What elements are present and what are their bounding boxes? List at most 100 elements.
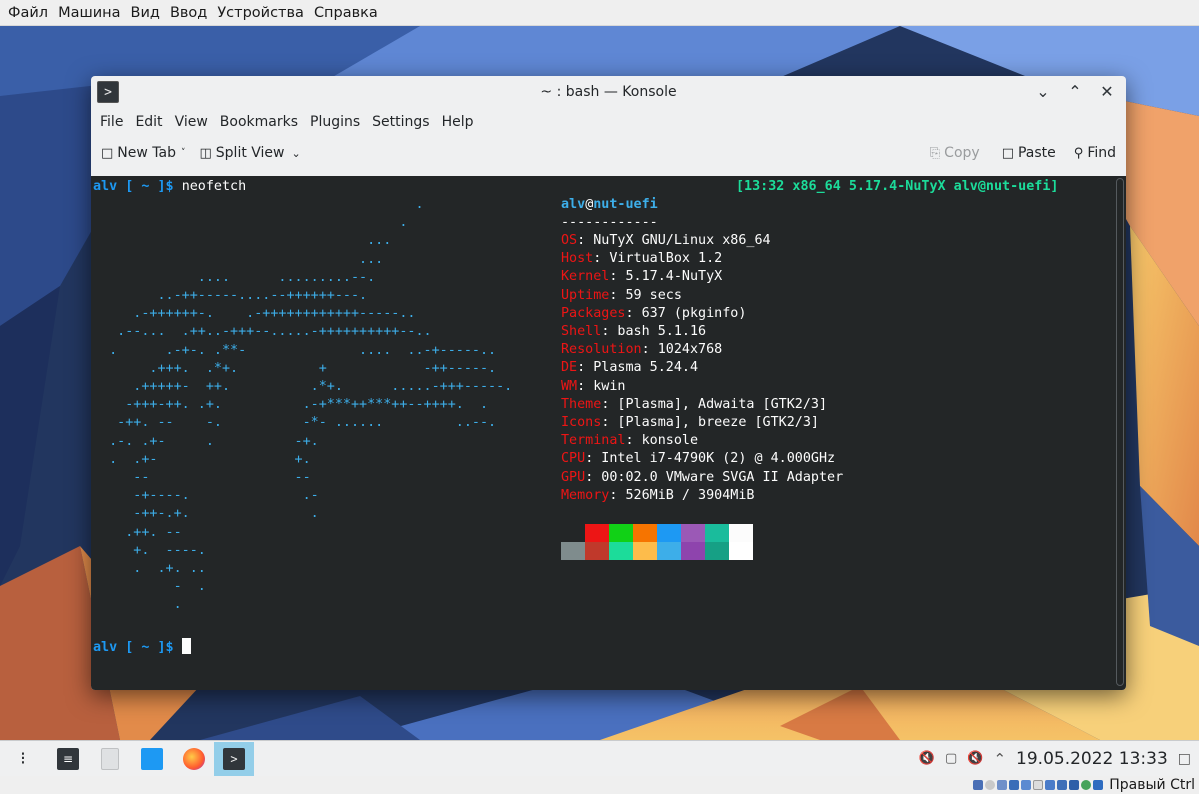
ascii-logo-line: . [93,197,424,212]
info-value: : 637 (pkginfo) [625,305,747,321]
window-controls: ⌄ ⌃ ✕ [1034,82,1116,101]
pager-button[interactable]: ≡ [46,742,90,776]
menu-help[interactable]: Help [442,114,474,130]
network-icon[interactable] [1009,780,1020,790]
ascii-logo-line: .++. -- [93,524,182,540]
palette-swatch-top [609,524,633,542]
info-line: Theme: [Plasma], Adwaita [GTK2/3] [561,396,827,414]
konsole-task-button[interactable]: > [214,741,254,776]
copy-button[interactable]: ⎘ Copy [930,145,980,161]
search-icon: ⚲ [1073,145,1084,161]
info-value: : VirtualBox 1.2 [593,251,723,267]
info-key: WM [561,378,578,394]
info-line: GPU: 00:02.0 VMware SVGA II Adapter [561,469,843,487]
video-capture-icon[interactable] [1057,780,1068,790]
cpu-icon[interactable] [1069,780,1080,790]
copy-label: Copy [944,145,980,161]
menu-bookmarks[interactable]: Bookmarks [220,114,298,130]
window-titlebar[interactable]: > ~ : bash — Konsole ⌄ ⌃ ✕ [91,76,1126,108]
split-view-label: Split View [215,145,285,161]
info-line: Terminal: konsole [561,432,698,450]
ascii-logo-line: -++. -- -. -*- ...... ..--. [93,415,497,431]
new-tab-dropdown-icon[interactable]: ˅ [181,148,186,158]
menu-plugins[interactable]: Plugins [310,114,360,130]
shared-folder-icon[interactable] [1033,780,1044,790]
vbox-menu-file[interactable]: Файл [8,5,48,21]
ascii-logo-line: ... [93,233,392,249]
files-icon [101,747,119,770]
usb-icon[interactable] [1021,780,1032,790]
info-key: Shell [561,324,602,339]
application-launcher-button[interactable]: ⁝ [0,742,46,776]
show-desktop-icon[interactable]: □ [1178,751,1191,767]
ascii-logo-line: . .+- +. [93,451,311,467]
menu-file[interactable]: File [100,114,123,130]
info-line: Uptime: 59 secs [561,287,682,305]
ascii-logo-line: -+++-++. .+. .-+***++***++--++++. . [93,397,489,413]
chevron-down-icon: ⌄ [291,146,301,160]
close-icon[interactable]: ✕ [1098,82,1116,101]
terminal-area[interactable]: alv [ ~ ]$ neofetch [13:32 x86_64 5.17.4… [91,176,1126,690]
ascii-logo-line: .--... .++..-+++--.....-++++++++++--.. [93,324,432,340]
ascii-logo-line: . [93,215,408,231]
palette-swatch-bottom [609,542,633,560]
clock[interactable]: 19.05.2022 13:33 [1016,749,1168,769]
info-line: Packages: 637 (pkginfo) [561,305,746,323]
palette-swatch-bottom [633,542,657,560]
info-key: Terminal [561,433,626,449]
palette-swatch-bottom [705,542,729,560]
info-line: OS: NuTyX GNU/Linux x86_64 [561,232,771,250]
vbox-menu-machine[interactable]: Машина [58,5,120,21]
konsole-app-icon[interactable]: > [97,81,119,103]
vbox-menu-view[interactable]: Вид [131,5,160,21]
new-tab-button[interactable]: □ New Tab ˅ [101,145,185,161]
ascii-logo-line: +. ----. [93,542,206,558]
clipboard-icon[interactable]: ▢ [945,751,957,766]
menu-settings[interactable]: Settings [372,114,429,130]
maximize-icon[interactable]: ⌃ [1066,82,1084,101]
keyboard-capture-icon[interactable] [1093,780,1104,790]
palette-swatch-bottom [657,542,681,560]
info-value: : 5.17.4-NuTyX [609,269,723,285]
menu-view[interactable]: View [175,114,208,130]
pager-icon: ≡ [57,747,79,770]
palette-swatch-top [633,524,657,542]
info-value: : [Plasma], breeze [GTK2/3] [601,415,819,430]
vbox-menu-input[interactable]: Ввод [170,5,207,21]
paste-button[interactable]: □ Paste [1002,145,1056,161]
palette-swatch-bottom [585,542,609,560]
menu-edit[interactable]: Edit [135,114,162,130]
hdd-icon[interactable] [973,780,984,790]
vbox-menu-help[interactable]: Справка [314,5,378,21]
terminal-scrollbar[interactable] [1116,178,1124,686]
info-line: DE: Plasma 5.24.4 [561,359,698,377]
system-tray: 🔇 ▢ 🔇 ⌃ 19.05.2022 13:33 □ [919,749,1199,769]
optical-drive-icon[interactable] [985,780,996,790]
info-key: Icons [561,415,602,430]
tray-expand-icon[interactable]: ⌃ [993,750,1006,768]
paste-icon: □ [1001,145,1014,161]
info-value: : NuTyX GNU/Linux x86_64 [577,233,771,248]
audio-muted-icon[interactable]: 🔇 [967,751,983,766]
ascii-logo-line: .... .........--. [93,269,376,285]
konsole-icon: > [223,747,245,770]
display-icon[interactable] [1045,780,1056,790]
text-cursor [181,638,191,654]
volume-muted-icon[interactable]: 🔇 [919,751,935,766]
minimize-icon[interactable]: ⌄ [1034,82,1052,101]
find-label: Find [1087,145,1116,161]
terminal-title-right: [13:32 x86_64 5.17.4-NuTyX alv@nut-uefi] [736,179,1059,194]
info-value: : kwin [577,378,626,394]
files-button[interactable] [90,742,130,776]
vbox-menu-devices[interactable]: Устройства [217,5,304,21]
find-button[interactable]: ⚲ Find [1074,145,1116,161]
firefox-button[interactable] [174,742,214,776]
info-line: Memory: 526MiB / 3904MiB [561,487,755,505]
copy-icon: ⎘ [929,145,941,161]
split-view-button[interactable]: ◫ Split View ⌄ [199,145,300,161]
mouse-integration-icon[interactable] [1081,780,1092,790]
file-manager-button[interactable] [130,742,174,776]
command-line: alv [ ~ ]$ neofetch [93,178,246,196]
window-title: ~ : bash — Konsole [540,84,677,100]
audio-icon[interactable] [997,780,1008,790]
